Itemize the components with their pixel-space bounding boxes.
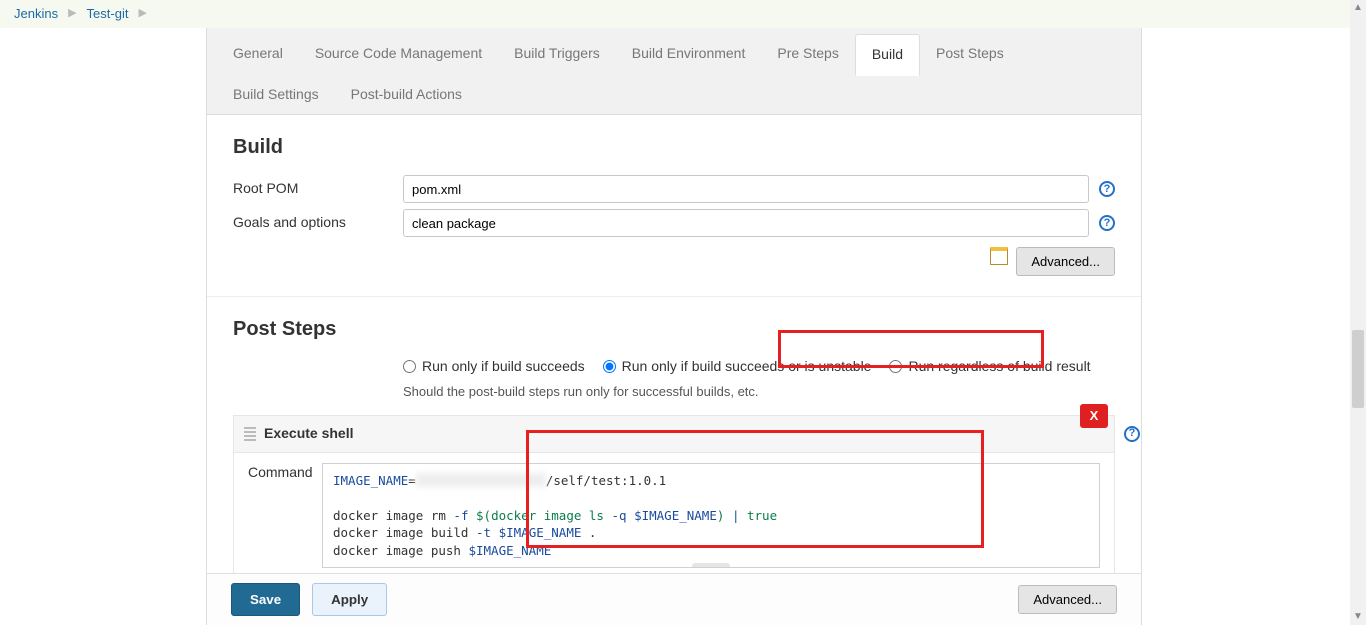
resize-handle[interactable] [692, 563, 730, 568]
section-title-build: Build [233, 133, 1115, 161]
radio-regardless[interactable] [889, 360, 902, 373]
vertical-scrollbar[interactable]: ▲ ▼ [1350, 0, 1366, 625]
tab-post-steps[interactable]: Post Steps [920, 34, 1020, 75]
radio-succeeds[interactable] [403, 360, 416, 373]
tab-build-settings[interactable]: Build Settings [217, 75, 335, 115]
radio-unstable-text: Run only if build succeeds or is unstabl… [622, 357, 872, 377]
label-goals: Goals and options [233, 213, 403, 233]
breadcrumb-job[interactable]: Test-git [87, 5, 129, 23]
help-icon[interactable]: ? [1099, 215, 1115, 231]
scrollbar-thumb[interactable] [1352, 330, 1364, 408]
radio-succeeds-label[interactable]: Run only if build succeeds [403, 357, 585, 377]
breadcrumb: Jenkins ▶ Test-git ▶ [0, 0, 1366, 28]
tab-build-environment[interactable]: Build Environment [616, 34, 762, 75]
apply-button[interactable]: Apply [312, 583, 387, 616]
tab-build-triggers[interactable]: Build Triggers [498, 34, 616, 75]
edit-icon [990, 247, 1008, 265]
footer-actions: Save Apply Advanced... [206, 573, 1142, 625]
tab-build[interactable]: Build [855, 34, 920, 76]
tabs: General Source Code Management Build Tri… [207, 28, 1141, 115]
scrollbar-up-arrow[interactable]: ▲ [1350, 0, 1366, 16]
tab-pre-steps[interactable]: Pre Steps [761, 34, 854, 75]
post-steps-hint: Should the post-build steps run only for… [403, 383, 1115, 401]
input-root-pom[interactable] [403, 175, 1089, 203]
tab-post-build-actions[interactable]: Post-build Actions [335, 75, 478, 115]
delete-step-button[interactable]: X [1080, 404, 1108, 428]
command-textarea[interactable]: IMAGE_NAME=/self/test:1.0.1 docker image… [322, 463, 1100, 569]
breadcrumb-jenkins[interactable]: Jenkins [14, 5, 58, 23]
chevron-right-icon: ▶ [68, 6, 76, 21]
advanced-button[interactable]: Advanced... [1018, 585, 1117, 614]
scrollbar-down-arrow[interactable]: ▼ [1350, 609, 1366, 625]
advanced-button[interactable]: Advanced... [1016, 247, 1115, 276]
step-title: Execute shell [264, 424, 354, 444]
radio-unstable[interactable] [603, 360, 616, 373]
redacted-registry [416, 473, 546, 487]
section-build: Build Root POM ? Goals and options ? Adv… [207, 115, 1141, 297]
chevron-right-icon: ▶ [138, 6, 146, 21]
radio-regardless-label[interactable]: Run regardless of build result [889, 357, 1090, 377]
label-root-pom: Root POM [233, 179, 403, 199]
radio-unstable-label[interactable]: Run only if build succeeds or is unstabl… [603, 357, 872, 377]
section-title-post-steps: Post Steps [233, 315, 1115, 343]
radio-succeeds-text: Run only if build succeeds [422, 357, 585, 377]
config-form: General Source Code Management Build Tri… [206, 28, 1142, 624]
drag-handle[interactable] [244, 427, 256, 441]
label-command: Command [248, 463, 322, 483]
save-button[interactable]: Save [231, 583, 300, 616]
help-icon[interactable]: ? [1099, 181, 1115, 197]
tab-general[interactable]: General [217, 34, 299, 75]
help-icon[interactable]: ? [1124, 426, 1140, 442]
tab-scm[interactable]: Source Code Management [299, 34, 498, 75]
input-goals[interactable] [403, 209, 1089, 237]
radio-regardless-text: Run regardless of build result [908, 357, 1090, 377]
